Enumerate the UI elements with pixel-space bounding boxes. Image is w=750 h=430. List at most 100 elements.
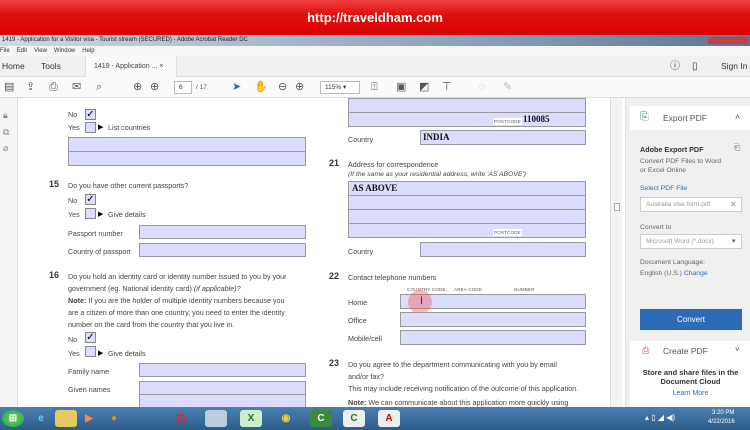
- given-names-field-1[interactable]: [139, 381, 306, 395]
- create-pdf-header[interactable]: ⎙ Create PDF ˅: [630, 341, 750, 361]
- upload-icon[interactable]: ⇪: [26, 80, 35, 94]
- q14-countries-field-1[interactable]: [68, 137, 306, 152]
- scrollbar-thumb[interactable]: [614, 203, 620, 211]
- q21-number: 21: [329, 158, 340, 168]
- address-postcode-row[interactable]: [348, 112, 586, 127]
- pdf-page: No ✓ Yes ▶ List countries 15 Do you have…: [18, 98, 610, 407]
- window-controls[interactable]: [708, 37, 748, 44]
- share-icon[interactable]: ⎗: [734, 143, 740, 153]
- menu-file[interactable]: File: [0, 48, 10, 54]
- opera-icon[interactable]: O: [170, 410, 192, 427]
- camtasia-recorder-icon[interactable]: C: [343, 410, 365, 427]
- office-phone-field[interactable]: [400, 312, 586, 327]
- fit-width-icon[interactable]: ▣: [396, 80, 406, 94]
- q14-yes-checkbox[interactable]: [85, 122, 96, 133]
- tab-tools[interactable]: Tools: [41, 56, 61, 77]
- note-label: Note:: [348, 398, 367, 407]
- language-label: Document Language:: [640, 259, 705, 266]
- mobile-icon[interactable]: ▯: [692, 56, 698, 77]
- explorer-icon[interactable]: [55, 410, 77, 427]
- correspondence-field-3[interactable]: [348, 209, 586, 224]
- convert-button[interactable]: Convert: [640, 309, 742, 330]
- q16-no-checkbox[interactable]: ✓: [85, 332, 96, 343]
- scroll-mode-icon[interactable]: ⊤: [442, 80, 452, 94]
- correspondence-country-field[interactable]: [420, 242, 586, 257]
- learn-more-link[interactable]: Learn More: [630, 389, 750, 398]
- address-field-line[interactable]: [348, 98, 586, 113]
- export-pdf-header[interactable]: ⎘ Export PDF ˄: [630, 106, 750, 130]
- q16-question-italic: (if applicable)?: [193, 284, 241, 293]
- tray-icons[interactable]: ▴ ▯ ◢ ◀): [645, 413, 675, 422]
- q16-question-line2: government (eg. National identity card) …: [68, 284, 241, 293]
- q14-countries-field-2[interactable]: [68, 151, 306, 166]
- start-button[interactable]: ⊞: [2, 410, 24, 427]
- expand-icon[interactable]: ˅: [735, 345, 740, 354]
- select-pdf-link[interactable]: Select PDF File: [640, 185, 687, 192]
- chrome-icon[interactable]: ◉: [275, 410, 297, 427]
- excel-icon[interactable]: X: [240, 410, 262, 427]
- acrobat-icon[interactable]: A: [378, 410, 400, 427]
- select-tool-icon[interactable]: ➤: [232, 80, 241, 94]
- menu-window[interactable]: Window: [54, 48, 75, 54]
- pages-icon[interactable]: ⧉: [3, 127, 9, 138]
- menu-help[interactable]: Help: [82, 48, 94, 54]
- save-icon[interactable]: ▤: [4, 80, 14, 94]
- q23-note-text: We can communicate about this applicatio…: [366, 398, 569, 407]
- given-names-field-2[interactable]: [139, 394, 306, 407]
- email-icon[interactable]: ✉: [72, 80, 81, 94]
- menu-view[interactable]: View: [34, 48, 47, 54]
- camtasia-icon[interactable]: C: [310, 410, 332, 427]
- clock-date[interactable]: 4/22/2016: [708, 419, 735, 425]
- attachment-icon[interactable]: ⌀: [3, 143, 8, 154]
- q14-no-checkbox[interactable]: ✓: [85, 109, 96, 120]
- firefox-icon[interactable]: ●: [103, 410, 125, 427]
- page-number-input[interactable]: 6: [174, 81, 192, 94]
- q15-yes-checkbox[interactable]: [85, 208, 96, 219]
- create-pdf-icon: ⎙: [642, 345, 650, 355]
- close-tab-icon[interactable]: ×: [159, 63, 163, 70]
- format-select[interactable]: Microsoft Word (*.docx) ▾: [640, 234, 742, 249]
- tab-home[interactable]: Home: [2, 56, 25, 77]
- country-of-passport-field[interactable]: [139, 243, 306, 257]
- sign-in-link[interactable]: Sign In: [721, 56, 747, 77]
- correspondence-field-2[interactable]: [348, 195, 586, 210]
- media-player-icon[interactable]: ▶: [78, 410, 100, 427]
- comment-icon[interactable]: ◌: [478, 80, 485, 94]
- ie-icon[interactable]: e: [30, 410, 52, 427]
- mobile-phone-field[interactable]: [400, 330, 586, 345]
- family-name-field[interactable]: [139, 363, 306, 377]
- prev-page-icon[interactable]: ⊕: [133, 80, 142, 94]
- q15-no-label: No: [68, 196, 78, 205]
- collapse-icon[interactable]: ˄: [735, 112, 740, 122]
- tab-document[interactable]: 1419 - Application ... ×: [85, 56, 177, 77]
- correspondence-postcode-row[interactable]: [348, 223, 586, 238]
- change-language-link[interactable]: Change: [684, 270, 708, 277]
- q16-no-label: No: [68, 335, 78, 344]
- search-icon[interactable]: ⌕: [96, 80, 102, 94]
- zoom-select[interactable]: 115% ▾: [320, 81, 360, 94]
- notepad-icon[interactable]: [205, 410, 227, 427]
- file-input[interactable]: Australia visa form.pdf ✕: [640, 197, 742, 212]
- postcode-value[interactable]: 110085: [523, 114, 550, 124]
- clock-time[interactable]: 3:20 PM: [712, 410, 734, 416]
- hand-tool-icon[interactable]: ✋: [254, 80, 268, 94]
- zoom-in-icon[interactable]: ⊕: [295, 80, 304, 94]
- full-screen-icon[interactable]: ◩: [419, 80, 429, 94]
- lock-icon: 🔒︎: [3, 110, 8, 120]
- fit-page-icon[interactable]: ⍐: [371, 80, 378, 94]
- vertical-scrollbar[interactable]: [610, 98, 622, 407]
- passport-number-field[interactable]: [139, 225, 306, 239]
- next-page-icon[interactable]: ⊕: [150, 80, 159, 94]
- window-title: 1419 - Application for a Visitor visa - …: [0, 35, 750, 46]
- tab-bar: Home Tools 1419 - Application ... × ⓘ ▯ …: [0, 56, 750, 77]
- q16-yes-checkbox[interactable]: [85, 346, 96, 357]
- q14-yes-label: Yes: [68, 123, 80, 132]
- help-icon[interactable]: ⓘ: [670, 56, 680, 77]
- menu-edit[interactable]: Edit: [17, 48, 27, 54]
- print-icon[interactable]: ⎙: [49, 80, 58, 94]
- clear-file-icon[interactable]: ✕: [730, 200, 737, 209]
- q15-no-checkbox[interactable]: ✓: [85, 194, 96, 205]
- export-pdf-icon: ⎘: [640, 111, 649, 123]
- zoom-out-icon[interactable]: ⊖: [278, 80, 287, 94]
- pen-icon[interactable]: ✎: [503, 80, 512, 94]
